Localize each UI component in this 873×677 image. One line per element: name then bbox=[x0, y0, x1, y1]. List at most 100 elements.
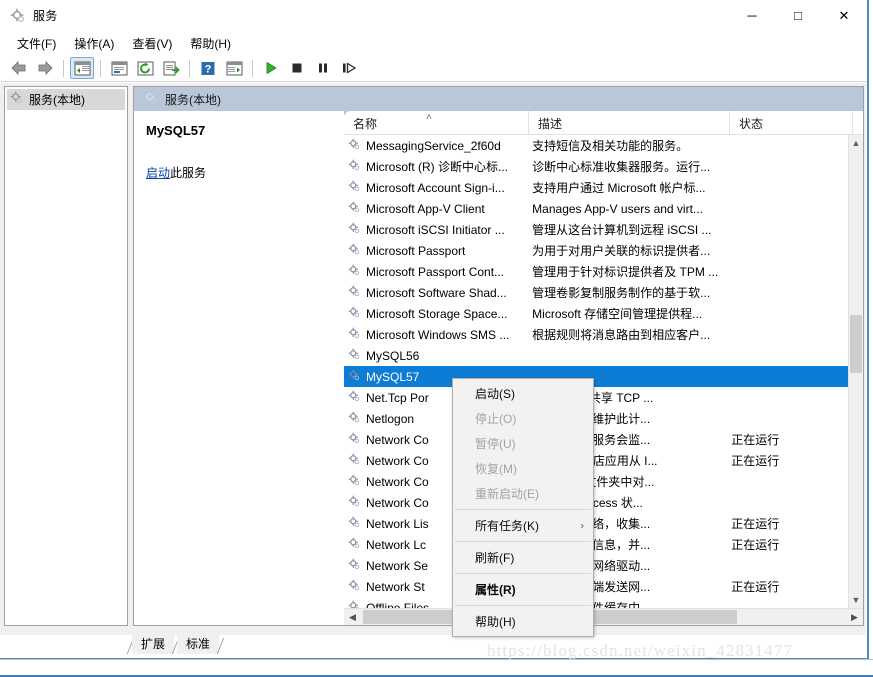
column-header-description[interactable]: 描述 bbox=[529, 111, 730, 134]
service-name-text: Network Lc bbox=[366, 537, 427, 552]
refresh-icon[interactable] bbox=[133, 57, 157, 79]
start-service-icon[interactable] bbox=[259, 57, 283, 79]
scroll-up-icon[interactable]: ▲ bbox=[849, 135, 863, 151]
horizontal-scrollbar[interactable]: ◀ ▶ bbox=[344, 608, 863, 625]
service-action-row: 启动此服务 bbox=[146, 164, 332, 181]
minimize-button[interactable]: ─ bbox=[729, 0, 775, 31]
stop-service-icon[interactable] bbox=[285, 57, 309, 79]
table-row[interactable]: Microsoft Storage Space... Microsoft 存储空间… bbox=[344, 303, 848, 324]
table-row[interactable]: Microsoft iSCSI Initiator ... 管理从这台计算机到远程… bbox=[344, 219, 848, 240]
horizontal-scroll-track[interactable] bbox=[361, 609, 846, 625]
service-name-text: Microsoft Passport bbox=[366, 243, 466, 258]
service-gear-icon bbox=[348, 453, 361, 469]
context-all-tasks-label: 所有任务(K) bbox=[475, 519, 539, 533]
menu-help[interactable]: 帮助(H) bbox=[181, 32, 240, 55]
service-gear-icon bbox=[348, 432, 361, 448]
cell-description: 支持短信及相关功能的服务。 bbox=[532, 139, 689, 153]
show-hide-console-tree-icon[interactable] bbox=[70, 57, 94, 79]
toolbar-separator-3 bbox=[189, 59, 190, 77]
forward-icon[interactable] bbox=[33, 57, 57, 79]
table-row[interactable]: Microsoft (R) 诊断中心标... 诊断中心标准收集器服务。运行... bbox=[344, 156, 848, 177]
cell-description: Manages App-V users and virt... bbox=[532, 201, 703, 216]
table-row[interactable]: Network Lc网络的配置信息，并...正在运行 bbox=[344, 534, 848, 555]
table-row[interactable]: Microsoft Passport 为用于对用户关联的标识提供者... bbox=[344, 240, 848, 261]
maximize-button[interactable]: □ bbox=[775, 0, 821, 31]
table-row[interactable]: Netlogon务身份验证维护此计... bbox=[344, 408, 848, 429]
cell-description: 管理从这台计算机到远程 iSCSI ... bbox=[532, 223, 712, 237]
vertical-scrollbar-thumb[interactable] bbox=[850, 315, 862, 373]
menu-view[interactable]: 查看(V) bbox=[123, 32, 181, 55]
start-service-link[interactable]: 启动 bbox=[146, 166, 170, 180]
restart-service-icon[interactable] bbox=[337, 57, 361, 79]
menu-bar: 文件(F) 操作(A) 查看(V) 帮助(H) bbox=[0, 31, 867, 55]
service-context-menu: 启动(S) 停止(O) 暂停(U) 恢复(M) 重新启动(E) 所有任务(K) › 刷新(F)… bbox=[452, 378, 594, 637]
cell-name: MySQL56 bbox=[344, 348, 527, 364]
export-list-icon[interactable] bbox=[159, 57, 183, 79]
table-row[interactable]: Microsoft Software Shad... 管理卷影复制服务制作的基于软… bbox=[344, 282, 848, 303]
table-row[interactable]: Microsoft Passport Cont... 管理用于针对标识提供者及 T… bbox=[344, 261, 848, 282]
service-name-text: Net.Tcp Por bbox=[366, 390, 429, 405]
service-gear-icon bbox=[348, 159, 361, 175]
console-tree-pane: 服务(本地) bbox=[4, 86, 128, 626]
service-gear-icon bbox=[348, 390, 361, 406]
service-name-text: MySQL56 bbox=[366, 348, 420, 363]
service-gear-icon bbox=[348, 285, 361, 301]
table-row[interactable]: Net.Tcp Poret.tcp 协议共享 TCP ... bbox=[344, 387, 848, 408]
context-refresh[interactable]: 刷新(F) bbox=[453, 545, 593, 570]
context-properties-label: 属性(R) bbox=[475, 583, 516, 597]
table-row[interactable]: Offline Files务在脱机文件缓存中 bbox=[344, 597, 848, 608]
service-gear-icon bbox=[348, 138, 361, 154]
service-name-text: Microsoft Windows SMS ... bbox=[366, 327, 510, 342]
context-start[interactable]: 启动(S) bbox=[453, 381, 593, 406]
list-header: 名称 ˄ 描述 状态 bbox=[344, 111, 863, 135]
properties-icon[interactable] bbox=[107, 57, 131, 79]
table-row[interactable]: Network St中模式客户端发送网...正在运行 bbox=[344, 576, 848, 597]
cell-name: Microsoft Storage Space... bbox=[344, 306, 527, 322]
table-row[interactable]: Microsoft Windows SMS ... 根据规则将消息路由到相应客户.… bbox=[344, 324, 848, 345]
scroll-down-icon[interactable]: ▼ bbox=[849, 592, 863, 608]
menu-action[interactable]: 操作(A) bbox=[65, 32, 123, 55]
tab-standard[interactable]: 标准 bbox=[177, 634, 220, 654]
scroll-left-icon[interactable]: ◀ bbox=[344, 609, 361, 625]
cell-description: 根据规则将消息路由到相应客户... bbox=[532, 328, 711, 342]
service-gear-icon bbox=[348, 474, 361, 490]
service-gear-icon bbox=[348, 201, 361, 217]
column-header-name[interactable]: 名称 ˄ bbox=[344, 111, 529, 134]
context-properties[interactable]: 属性(R) bbox=[453, 577, 593, 602]
table-row[interactable]: Network Co拨号连接"文件夹中对... bbox=[344, 471, 848, 492]
tree-item-services-local[interactable]: 服务(本地) bbox=[7, 89, 125, 110]
service-name-text: Network Co bbox=[366, 453, 429, 468]
back-icon[interactable] bbox=[7, 57, 31, 79]
table-row[interactable]: Network Se务用于管理网络驱动... bbox=[344, 555, 848, 576]
column-header-status[interactable]: 状态 bbox=[730, 111, 853, 134]
title-bar: 服务 ─ □ ✕ bbox=[0, 0, 867, 31]
table-row[interactable]: MessagingService_2f60d 支持短信及相关功能的服务。 bbox=[344, 135, 848, 156]
cell-description: 为用于对用户关联的标识提供者... bbox=[532, 244, 711, 258]
table-row[interactable]: Network Lis已连接的网络，收集...正在运行 bbox=[344, 513, 848, 534]
context-help-label: 帮助(H) bbox=[475, 615, 516, 629]
pause-service-icon[interactable] bbox=[311, 57, 335, 79]
vertical-scrollbar[interactable]: ▲ ▼ bbox=[848, 135, 863, 608]
menu-file[interactable]: 文件(F) bbox=[8, 32, 65, 55]
table-row[interactable]: Network Co备自动安装服务会监...正在运行 bbox=[344, 429, 848, 450]
context-stop: 停止(O) bbox=[453, 406, 593, 431]
table-row[interactable]: Network Co ows 应用商店应用从 I... 正在运行 bbox=[344, 450, 848, 471]
table-row[interactable]: Microsoft Account Sign-i... 支持用户通过 Micros… bbox=[344, 177, 848, 198]
context-restart: 重新启动(E) bbox=[453, 481, 593, 506]
show-hide-action-pane-icon[interactable] bbox=[222, 57, 246, 79]
tab-extended[interactable]: 扩展 bbox=[132, 634, 175, 654]
table-row[interactable]: MySQL56 bbox=[344, 345, 848, 366]
context-all-tasks[interactable]: 所有任务(K) › bbox=[453, 513, 593, 538]
table-row[interactable]: Network Co的 DirectAccess 状... bbox=[344, 492, 848, 513]
services-window-root: 服务 ─ □ ✕ 文件(F) 操作(A) 查看(V) 帮助(H) ? 服务(本地… bbox=[0, 0, 873, 677]
table-row[interactable]: Microsoft App-V Client Manages App-V user… bbox=[344, 198, 848, 219]
table-row-selected[interactable]: MySQL57 bbox=[344, 366, 848, 387]
scroll-right-icon[interactable]: ▶ bbox=[846, 609, 863, 625]
cell-name: Microsoft Passport bbox=[344, 243, 527, 259]
context-menu-separator bbox=[455, 605, 591, 606]
service-name-text: Microsoft Account Sign-i... bbox=[366, 180, 505, 195]
help-icon[interactable]: ? bbox=[196, 57, 220, 79]
service-gear-icon bbox=[348, 369, 361, 385]
context-help[interactable]: 帮助(H) bbox=[453, 609, 593, 634]
close-button[interactable]: ✕ bbox=[821, 0, 867, 31]
